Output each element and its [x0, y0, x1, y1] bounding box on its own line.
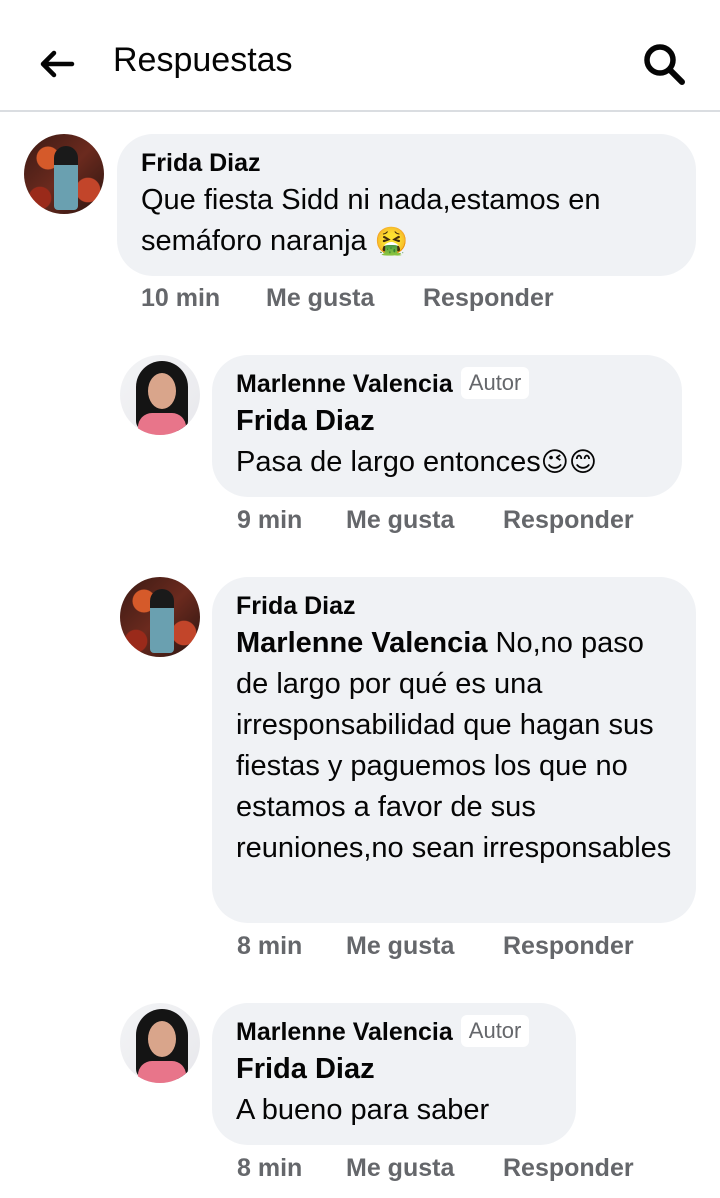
author-badge: Autor — [460, 1015, 530, 1047]
timestamp[interactable]: 8 min — [237, 932, 302, 961]
reply-button[interactable]: Responder — [503, 506, 634, 535]
search-icon[interactable] — [640, 40, 688, 88]
avatar[interactable] — [120, 577, 200, 657]
comment-bubble[interactable]: Frida Diaz Que fiesta Sidd ni nada,estam… — [117, 134, 696, 276]
avatar[interactable] — [120, 1003, 200, 1083]
emoji: 🤮 — [374, 226, 409, 257]
comment-text: Marlenne Valencia No,no paso de largo po… — [236, 623, 672, 869]
comment-body: Que fiesta Sidd ni nada,estamos en semáf… — [141, 184, 601, 257]
like-button[interactable]: Me gusta — [346, 932, 454, 961]
comment-author[interactable]: Marlenne Valencia — [236, 1015, 453, 1049]
mention-link[interactable]: Frida Diaz — [236, 1049, 552, 1090]
comment-text: Pasa de largo entonces😉😊 — [236, 442, 658, 483]
comment-body: Pasa de largo entonces — [236, 446, 541, 478]
reply-button[interactable]: Responder — [503, 932, 634, 961]
timestamp[interactable]: 8 min — [237, 1154, 302, 1183]
comment-author[interactable]: Frida Diaz — [236, 589, 355, 623]
comment-bubble[interactable]: Frida Diaz Marlenne Valencia No,no paso … — [212, 577, 696, 923]
reply-button[interactable]: Responder — [423, 284, 554, 313]
top-bar: Respuestas — [0, 0, 720, 112]
comment-text: A bueno para saber — [236, 1094, 490, 1126]
author-badge: Autor — [460, 367, 530, 399]
like-button[interactable]: Me gusta — [266, 284, 374, 313]
comment-body: No,no paso de largo por qué es una irres… — [236, 627, 672, 864]
reply-button[interactable]: Responder — [503, 1154, 634, 1183]
mention-link[interactable]: Frida Diaz — [236, 401, 658, 442]
emoji: 😉😊 — [540, 447, 598, 478]
page-title: Respuestas — [113, 41, 293, 79]
mention-link[interactable]: Marlenne Valencia — [236, 627, 487, 659]
arrow-left-icon[interactable] — [36, 44, 76, 84]
comment-author[interactable]: Marlenne Valencia — [236, 367, 453, 401]
like-button[interactable]: Me gusta — [346, 506, 454, 535]
avatar[interactable] — [120, 355, 200, 435]
comment-text: Que fiesta Sidd ni nada,estamos en semáf… — [141, 180, 672, 262]
like-button[interactable]: Me gusta — [346, 1154, 454, 1183]
comment-bubble[interactable]: Marlenne Valencia Autor Frida Diaz A buen… — [212, 1003, 576, 1145]
comment-author[interactable]: Frida Diaz — [141, 146, 260, 180]
avatar[interactable] — [24, 134, 104, 214]
comment-bubble[interactable]: Marlenne Valencia Autor Frida Diaz Pasa d… — [212, 355, 682, 497]
timestamp[interactable]: 10 min — [141, 284, 220, 313]
timestamp[interactable]: 9 min — [237, 506, 302, 535]
